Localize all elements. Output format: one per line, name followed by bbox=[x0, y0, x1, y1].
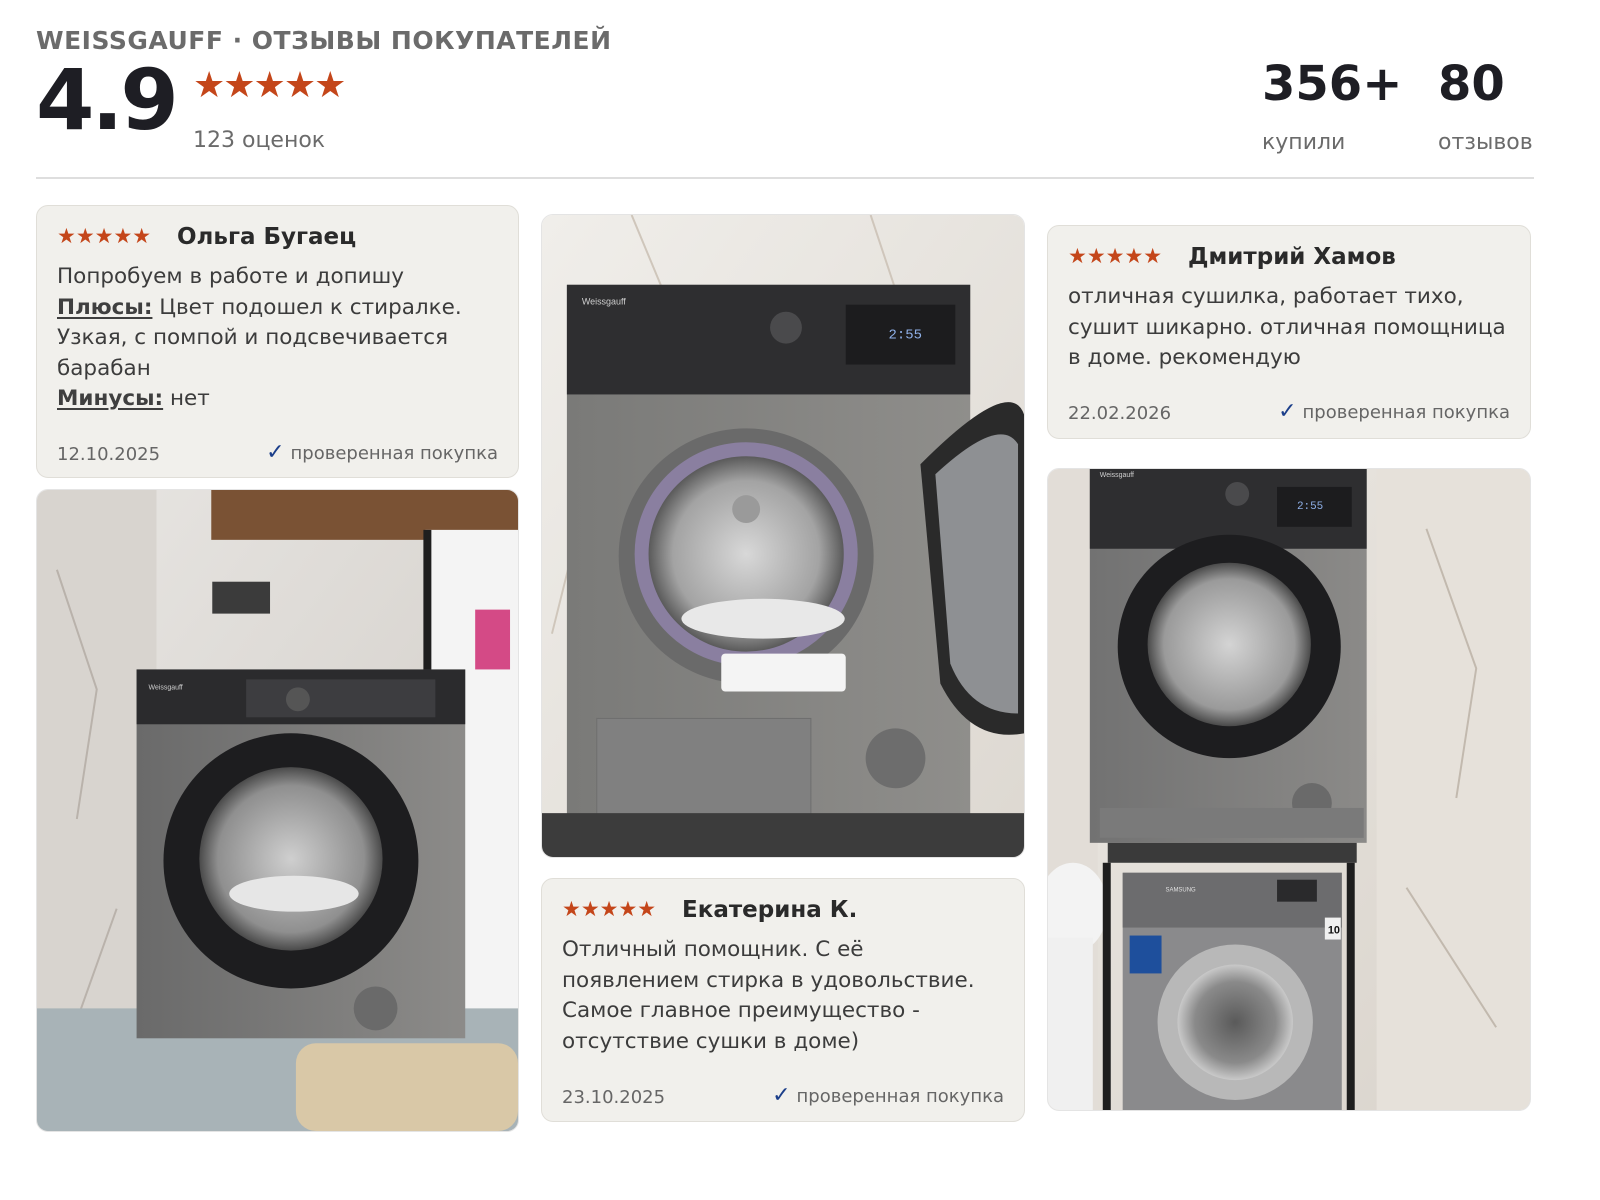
review-line: Отличный помощник. С её bbox=[562, 937, 864, 962]
capacity-label: 10 bbox=[1328, 925, 1340, 937]
review-text: Отличный помощник. С её появлением стирк… bbox=[562, 935, 975, 1057]
review-text: Попробуем в работе и допишу Плюсы: Цвет … bbox=[57, 262, 462, 415]
check-icon: ✓ bbox=[266, 440, 285, 465]
cons-label: Минусы: bbox=[57, 386, 164, 411]
review-date: 12.10.2025 bbox=[57, 444, 161, 465]
brand-label: Weissgauff bbox=[582, 297, 626, 307]
stat-bought: 356+ купили bbox=[1262, 60, 1402, 155]
verified-label: проверенная покупка bbox=[290, 443, 498, 464]
display-readout: 2:55 bbox=[1297, 501, 1323, 513]
dryer-photo-image: Weissgauff bbox=[37, 490, 518, 1131]
verified-badge: ✓ проверенная покупка bbox=[772, 1083, 1004, 1108]
ratings-count: 123 оценок bbox=[193, 128, 326, 153]
dryer-open-photo-image: 2:55 Weissgauff bbox=[542, 215, 1024, 857]
review-card[interactable]: ★★★★★ Дмитрий Хамов отличная сушилка, ра… bbox=[1047, 225, 1531, 439]
reviews-value: 80 bbox=[1438, 56, 1505, 112]
stat-reviews: 80 отзывов bbox=[1438, 60, 1533, 155]
review-photo[interactable]: 2:55 Weissgauff bbox=[541, 214, 1025, 858]
review-date: 22.02.2026 bbox=[1068, 403, 1172, 424]
verified-badge: ✓ проверенная покупка bbox=[266, 440, 498, 465]
reviewer-name: Ольга Бугаец bbox=[177, 224, 357, 250]
reviews-label: отзывов bbox=[1438, 130, 1533, 155]
stacked-dryer-photo-image: 2:55 Weissgauff SAMSUNG 10 bbox=[1048, 469, 1530, 1110]
review-stars: ★★★★★ bbox=[1068, 244, 1163, 268]
review-stars: ★★★★★ bbox=[562, 897, 657, 921]
bought-value: 356+ bbox=[1262, 56, 1403, 112]
review-cons: Минусы: нет bbox=[57, 384, 462, 415]
check-icon: ✓ bbox=[1278, 399, 1297, 424]
display-readout: 2:55 bbox=[889, 328, 922, 344]
verified-badge: ✓ проверенная покупка bbox=[1278, 399, 1510, 424]
review-line: Узкая, с помпой и подсвечивается bbox=[57, 325, 449, 350]
review-line: отсутствие сушки в доме) bbox=[562, 1028, 860, 1054]
review-photo[interactable]: Weissgauff bbox=[36, 489, 519, 1132]
reviewer-name: Дмитрий Хамов bbox=[1188, 244, 1396, 270]
average-score: 4.9 bbox=[36, 51, 179, 149]
review-card[interactable]: ★★★★★ Екатерина К. Отличный помощник. С … bbox=[541, 878, 1025, 1122]
cons-text: нет bbox=[163, 386, 210, 411]
review-card[interactable]: ★★★★★ Ольга Бугаец Попробуем в работе и … bbox=[36, 205, 519, 478]
review-line: в доме. рекомендую bbox=[1068, 345, 1301, 370]
review-line: Попробуем в работе и допишу bbox=[57, 264, 405, 289]
review-photo[interactable]: 2:55 Weissgauff SAMSUNG 10 bbox=[1047, 468, 1531, 1111]
verified-label: проверенная покупка bbox=[796, 1086, 1004, 1107]
review-line: отличная сушилка, работает тихо, bbox=[1068, 284, 1464, 309]
pros-label: Плюсы: bbox=[57, 294, 153, 320]
header-divider bbox=[36, 177, 1534, 179]
review-text: отличная сушилка, работает тихо, сушит ш… bbox=[1068, 282, 1506, 374]
bought-label: купили bbox=[1262, 130, 1346, 155]
review-stars: ★★★★★ bbox=[57, 224, 152, 248]
review-line: барабан bbox=[57, 355, 151, 381]
check-icon: ✓ bbox=[772, 1083, 791, 1108]
brand-label: Weissgauff bbox=[149, 684, 183, 691]
brand-label: Weissgauff bbox=[1100, 472, 1134, 479]
reviewer-name: Екатерина К. bbox=[682, 897, 858, 923]
rating-stars: ★★★★★ bbox=[193, 65, 346, 106]
pros-text: Цвет подошел к стиралке. bbox=[152, 294, 462, 320]
review-line: сушит шикарно. отличная помощница bbox=[1068, 314, 1506, 340]
review-pros: Плюсы: Цвет подошел к стиралке. bbox=[57, 293, 462, 324]
review-line: Самое главное преимущество - bbox=[562, 998, 920, 1023]
review-date: 23.10.2025 bbox=[562, 1087, 666, 1108]
review-line: появлением стирка в удовольствие. bbox=[562, 967, 975, 993]
samsung-label: SAMSUNG bbox=[1166, 888, 1197, 894]
verified-label: проверенная покупка bbox=[1302, 402, 1510, 423]
